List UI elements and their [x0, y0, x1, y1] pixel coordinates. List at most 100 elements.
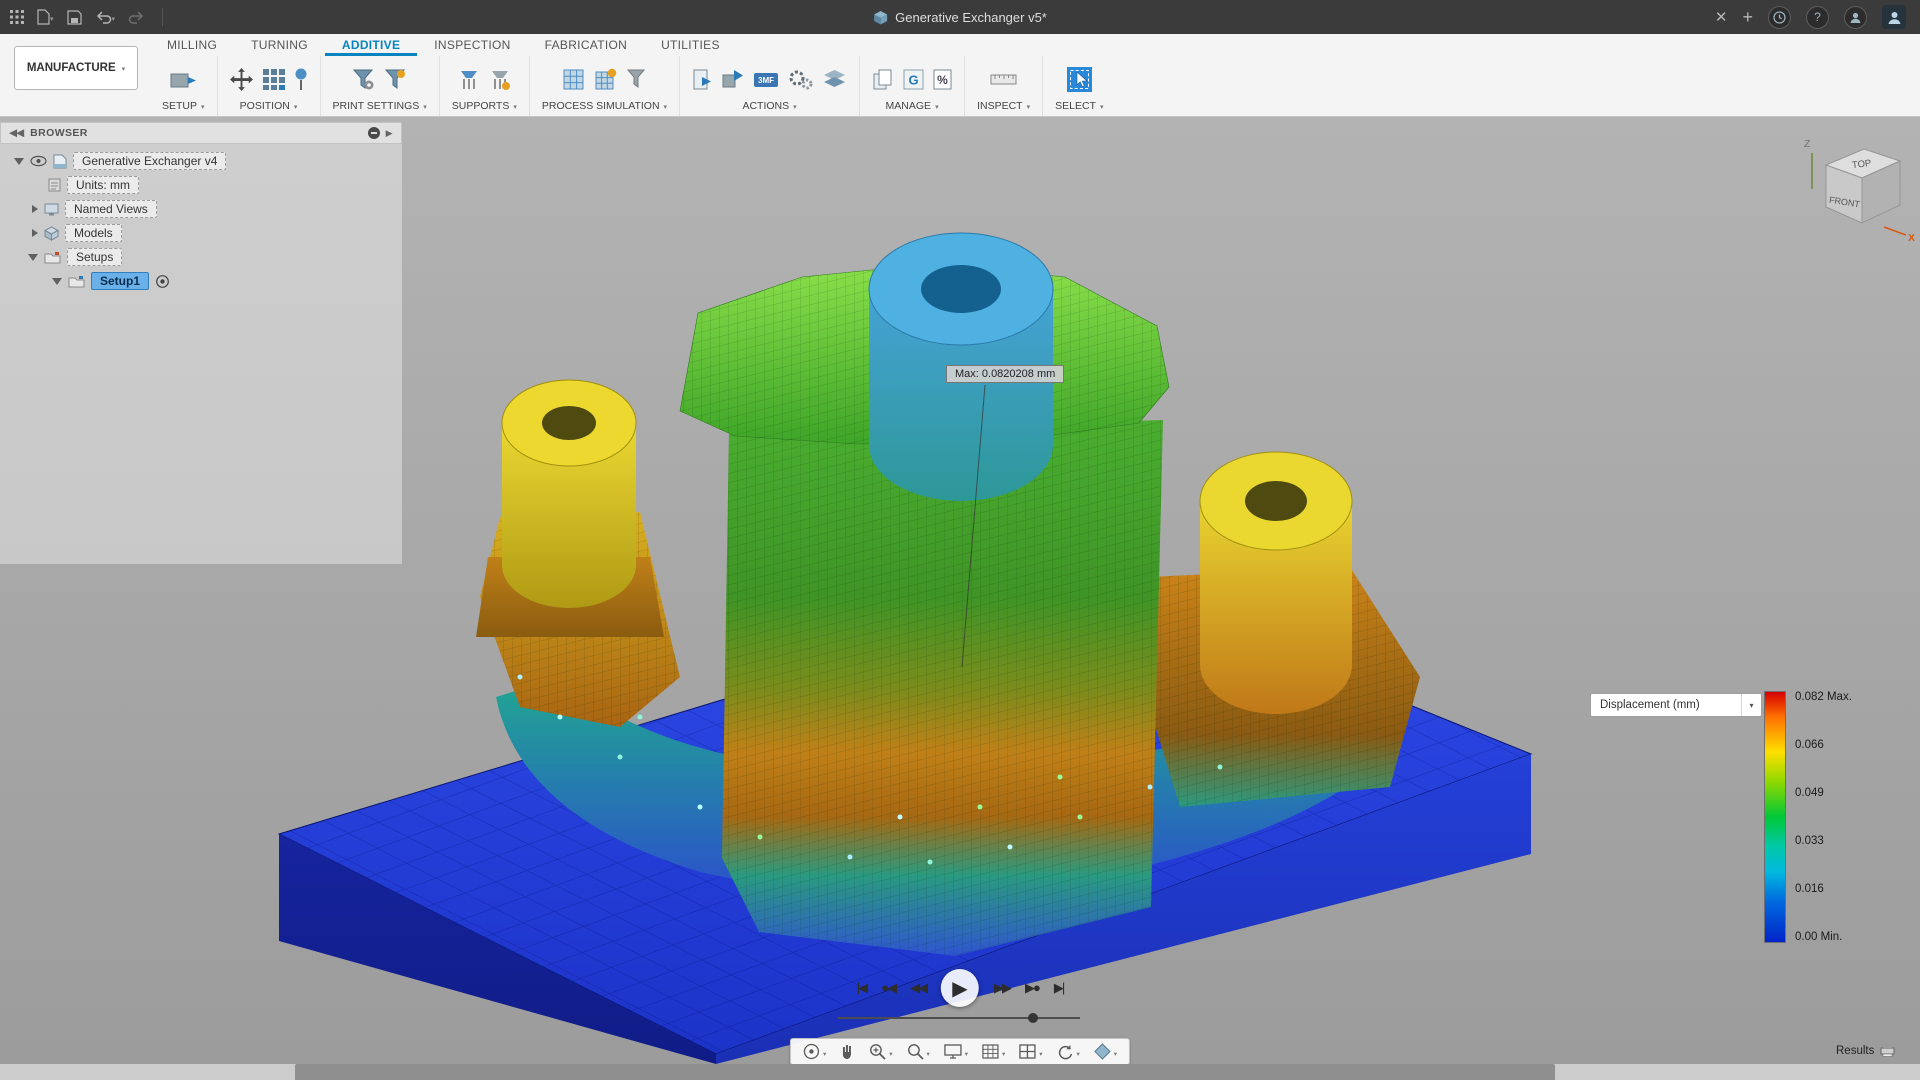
expander-setup1[interactable] — [52, 278, 62, 285]
legend-tick-min: 0.00 Min. — [1795, 931, 1842, 943]
duplicate-button[interactable] — [872, 68, 894, 91]
close-icon[interactable]: ✕ — [1715, 8, 1728, 26]
grid-settings-button[interactable] — [975, 1039, 1012, 1064]
new-setup-button[interactable] — [169, 66, 197, 92]
browser-tree: Generative Exchanger v4 Units: mm Named … — [0, 144, 402, 564]
result-type-dropdown[interactable]: Displacement (mm) — [1590, 693, 1762, 717]
app-grid-icon[interactable] — [10, 10, 24, 24]
tab-fabrication[interactable]: FABRICATION — [528, 34, 644, 56]
edit-supports-button[interactable] — [489, 68, 511, 91]
group-print-settings-label[interactable]: PRINT SETTINGS — [333, 100, 427, 116]
previous-keyframe-button[interactable]: ●◀ — [881, 980, 895, 996]
grid-settings-icon — [982, 1044, 999, 1059]
expander-setups[interactable] — [28, 254, 38, 261]
place-parts-button[interactable] — [294, 68, 308, 91]
play-button[interactable]: ▶ — [941, 969, 979, 1007]
undo-icon[interactable] — [95, 8, 116, 26]
generate-toolpath-button[interactable] — [692, 68, 712, 91]
edit-print-setting-button[interactable] — [384, 68, 407, 91]
group-inspect-label[interactable]: INSPECT — [977, 100, 1030, 116]
user-avatar[interactable] — [1882, 5, 1906, 29]
refresh-view-button[interactable] — [1050, 1039, 1087, 1064]
browser-display-toggle-icon[interactable] — [368, 127, 380, 139]
expander-document[interactable] — [14, 158, 24, 165]
svg-text:G: G — [909, 72, 919, 87]
tree-item-setups[interactable]: Setups — [67, 248, 122, 266]
group-select-label[interactable]: SELECT — [1055, 100, 1103, 116]
group-manage-label[interactable]: MANAGE — [886, 100, 939, 116]
simulation-settings-button[interactable] — [594, 68, 617, 91]
tab-additive[interactable]: ADDITIVE — [325, 34, 417, 56]
tab-milling[interactable]: MILLING — [150, 34, 234, 56]
group-supports-label[interactable]: SUPPORTS — [452, 100, 517, 116]
skip-to-start-button[interactable]: |◀ — [857, 980, 866, 996]
select-tool-button[interactable] — [1066, 66, 1093, 93]
arrange-tool-button[interactable] — [262, 68, 285, 90]
tab-inspection[interactable]: INSPECTION — [417, 34, 527, 56]
step-back-button[interactable]: ◀◀ — [910, 980, 926, 996]
new-tab-icon[interactable]: + — [1742, 7, 1753, 28]
tree-item-named-views[interactable]: Named Views — [65, 200, 157, 218]
pan-button[interactable] — [833, 1039, 862, 1064]
help-icon[interactable]: ? — [1806, 6, 1829, 29]
simulation-settings-icon — [594, 68, 617, 91]
tree-row-document: Generative Exchanger v4 — [0, 149, 402, 173]
browser-header[interactable]: ◀◀ BROWSER ▶ — [0, 122, 402, 144]
timeline-knob[interactable] — [1028, 1013, 1038, 1023]
viewports-button[interactable] — [1012, 1039, 1049, 1064]
slice-preview-button[interactable] — [822, 69, 847, 90]
move-tool-button[interactable] — [230, 68, 253, 91]
tree-item-units[interactable]: Units: mm — [67, 176, 139, 194]
titlebar-right-icons: ✕ + ? — [1715, 5, 1920, 29]
expander-models[interactable] — [32, 229, 38, 237]
expander-named-views[interactable] — [32, 205, 38, 213]
viewports-icon — [1019, 1044, 1036, 1059]
group-setup-label[interactable]: SETUP — [162, 100, 205, 116]
simulation-timeline-slider[interactable] — [838, 1017, 1080, 1019]
group-process-simulation-label[interactable]: PROCESS SIMULATION — [542, 100, 667, 116]
step-forward-button[interactable]: ▶▶ — [994, 980, 1010, 996]
zoom-button[interactable] — [899, 1039, 936, 1064]
skip-to-end-button[interactable]: ▶| — [1054, 980, 1063, 996]
collapse-browser-icon[interactable]: ◀◀ — [9, 127, 23, 139]
simulation-study-button[interactable] — [562, 68, 585, 91]
print-setting-button[interactable] — [352, 68, 375, 91]
gcode-library-button[interactable]: G — [903, 69, 924, 90]
workspace-switcher-button[interactable]: MANUFACTURE — [14, 46, 138, 90]
export-3mf-button[interactable]: 3MF — [753, 68, 779, 91]
machine-control-button[interactable] — [788, 68, 813, 91]
measure-button[interactable] — [990, 70, 1017, 89]
visual-style-button[interactable] — [1087, 1039, 1124, 1064]
next-keyframe-button[interactable]: ▶● — [1025, 980, 1039, 996]
generate-supports-button[interactable] — [458, 68, 480, 91]
titlebar-divider — [162, 8, 163, 26]
orbit-button[interactable] — [796, 1039, 833, 1064]
workspace-switcher-label: MANUFACTURE — [27, 62, 116, 74]
tree-item-models[interactable]: Models — [65, 224, 122, 242]
save-icon[interactable] — [67, 10, 82, 25]
view-cube[interactable]: TOP FRONT Z X — [1798, 131, 1918, 251]
display-settings-button[interactable] — [937, 1039, 975, 1064]
file-menu-icon[interactable] — [37, 8, 54, 26]
tab-utilities[interactable]: UTILITIES — [644, 34, 737, 56]
results-status[interactable]: Results — [1836, 1044, 1895, 1057]
visibility-eye-icon[interactable] — [30, 155, 47, 167]
svg-text:3MF: 3MF — [758, 76, 774, 85]
bottom-scrollbar-handle[interactable] — [295, 1064, 1555, 1080]
group-position-label[interactable]: POSITION — [240, 100, 298, 116]
post-process-icon — [721, 68, 744, 91]
profile-icon[interactable] — [1844, 6, 1867, 29]
dropdown-caret-icon[interactable] — [1741, 694, 1761, 716]
tree-item-document[interactable]: Generative Exchanger v4 — [73, 152, 226, 170]
active-setup-radio-icon[interactable] — [155, 274, 170, 289]
tree-item-setup1[interactable]: Setup1 — [91, 272, 149, 290]
group-actions-label[interactable]: ACTIONS — [742, 100, 796, 116]
post-process-button[interactable] — [721, 68, 744, 91]
tab-turning[interactable]: TURNING — [234, 34, 325, 56]
zoom-window-button[interactable] — [862, 1039, 899, 1064]
simulation-export-button[interactable] — [626, 68, 647, 91]
expand-browser-icon[interactable]: ▶ — [386, 128, 393, 139]
redo-icon[interactable] — [128, 11, 145, 24]
tolerance-button[interactable]: % — [933, 68, 952, 91]
job-status-icon[interactable] — [1768, 6, 1791, 29]
